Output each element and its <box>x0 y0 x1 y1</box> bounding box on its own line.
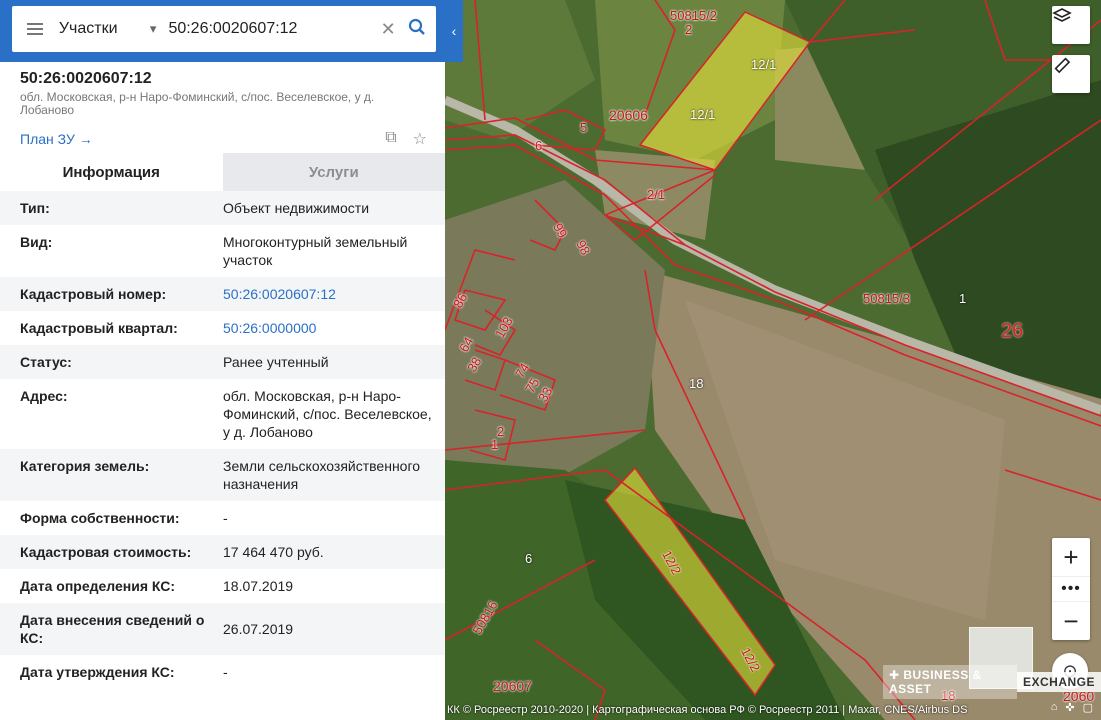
layers-button[interactable] <box>1052 6 1090 44</box>
fullscreen-icon[interactable]: ▢ <box>1083 701 1093 714</box>
map-label: 50815/3 <box>863 291 910 306</box>
map-label: 50815/2 <box>670 8 717 23</box>
info-row: Дата определения КС: 18.07.2019 <box>0 569 445 603</box>
info-row: Статус: Ранее учтенный <box>0 345 445 379</box>
object-subtitle: обл. Московская, р-н Наро-Фоминский, с/п… <box>20 90 375 117</box>
search-bar: Участки ▾ ✕ <box>12 6 436 52</box>
info-key: Форма собственности: <box>20 510 180 526</box>
map-view[interactable]: 50815/2 2 12/1 12/1 20606 5 6 2/1 99 98 … <box>445 0 1101 720</box>
info-row: Адрес: обл. Московская, р-н Наро-Фомински… <box>0 379 445 449</box>
info-row: Дата внесения сведений о КС: 26.07.2019 <box>0 603 445 655</box>
map-label: 12/1 <box>690 107 716 122</box>
info-key: Дата внесения сведений о КС: <box>20 612 205 646</box>
map-label: 2/1 <box>647 187 666 202</box>
info-key: Дата определения КС: <box>20 578 176 594</box>
info-row: Кадастровый квартал: 50:26:0000000 <box>0 311 445 345</box>
watermark: ✚ BUSINESS & ASSET EXCHANGE <box>883 665 1101 699</box>
satellite-imagery <box>445 0 1101 720</box>
info-value: 17 464 470 руб. <box>223 544 324 560</box>
map-label: 1 <box>959 291 967 306</box>
info-table: Тип: Объект недвижимости Вид: Многоконтурн… <box>0 191 445 689</box>
info-row: Тип: Объект недвижимости <box>0 191 445 225</box>
map-label: 20606 <box>609 107 648 123</box>
map-attribution: КК © Росреестр 2010-2020 | Картографичес… <box>447 704 968 716</box>
info-value: 26.07.2019 <box>223 621 294 637</box>
info-key: Кадастровая стоимость: <box>20 544 192 560</box>
info-panel: Участки ▾ ✕ 50:26:0020607:12 обл. Москов… <box>0 0 445 720</box>
info-key: Тип: <box>20 200 50 216</box>
search-icon[interactable] <box>399 18 436 41</box>
info-row: Форма собственности: - <box>0 501 445 535</box>
map-label: 2 <box>685 22 693 37</box>
object-title: 50:26:0020607:12 <box>20 70 152 87</box>
measure-button[interactable] <box>1052 55 1090 93</box>
info-key: Статус: <box>20 354 72 370</box>
info-key: Кадастровый квартал: <box>20 320 178 336</box>
chevron-down-icon: ▾ <box>149 21 157 36</box>
map-label: 12/1 <box>751 57 777 72</box>
info-key: Адрес: <box>20 388 68 404</box>
info-value: Многоконтурный земельный участок <box>223 234 408 268</box>
category-select[interactable]: Участки ▾ <box>59 20 167 38</box>
plan-link[interactable]: План ЗУ → <box>20 131 93 147</box>
cadastral-quarter-link[interactable]: 50:26:0000000 <box>223 319 433 337</box>
search-header: Участки ▾ ✕ <box>0 0 445 62</box>
cadastral-number-link[interactable]: 50:26:0020607:12 <box>223 285 433 303</box>
info-row: Категория земель: Земли сельскохозяйствен… <box>0 449 445 501</box>
home-icon[interactable]: ⌂ <box>1051 701 1058 714</box>
plan-actions: ⧉ ☆ <box>385 129 427 149</box>
collapse-panel-button[interactable]: ‹ <box>445 0 463 62</box>
info-key: Вид: <box>20 234 53 250</box>
chevron-left-icon: ‹ <box>451 23 457 39</box>
zoom-in-button[interactable]: + <box>1052 538 1090 576</box>
info-key: Категория земель: <box>20 458 150 474</box>
map-label: 26 <box>1001 320 1024 342</box>
more-button[interactable]: ••• <box>1052 576 1090 602</box>
map-label: 1 <box>491 437 499 452</box>
map-label: 5 <box>580 120 588 135</box>
star-icon[interactable]: ☆ <box>413 129 427 149</box>
locate-icon[interactable]: ✜ <box>1065 701 1074 714</box>
info-value: - <box>223 510 228 526</box>
info-row: Кадастровая стоимость: 17 464 470 руб. <box>0 535 445 569</box>
map-label: 20607 <box>493 678 532 694</box>
map-label: 6 <box>535 138 543 153</box>
plan-row: План ЗУ → ⧉ ☆ <box>0 129 445 161</box>
menu-icon[interactable] <box>12 23 59 35</box>
info-value: Объект недвижимости <box>223 200 370 216</box>
clear-icon[interactable]: ✕ <box>377 19 398 40</box>
search-input[interactable] <box>166 19 378 39</box>
info-value: 18.07.2019 <box>223 578 294 594</box>
info-value: обл. Московская, р-н Наро-Фоминский, с/п… <box>223 388 432 440</box>
info-value: Земли сельскохозяйственного назначения <box>223 458 421 492</box>
map-label: 6 <box>525 551 533 566</box>
find-on-map-icon[interactable]: ⧉ <box>385 129 396 149</box>
category-select-value: Участки <box>58 20 118 37</box>
info-key: Дата утверждения КС: <box>20 664 175 680</box>
object-header: 50:26:0020607:12 обл. Московская, р-н На… <box>0 62 445 117</box>
zoom-out-button[interactable]: − <box>1052 602 1090 640</box>
info-row: Вид: Многоконтурный земельный участок <box>0 225 445 277</box>
watermark-right: EXCHANGE <box>1016 672 1101 692</box>
map-label: 18 <box>689 376 704 391</box>
map-bottom-icons: ⌂ ✜ ▢ <box>1051 701 1093 714</box>
info-row: Кадастровый номер: 50:26:0020607:12 <box>0 277 445 311</box>
watermark-left: ✚ BUSINESS & ASSET <box>883 665 1017 699</box>
zoom-controls: + ••• − <box>1052 538 1090 640</box>
info-row: Дата утверждения КС: - <box>0 655 445 689</box>
info-value: - <box>223 664 228 680</box>
info-key: Кадастровый номер: <box>20 286 167 302</box>
info-value: Ранее учтенный <box>223 354 329 370</box>
